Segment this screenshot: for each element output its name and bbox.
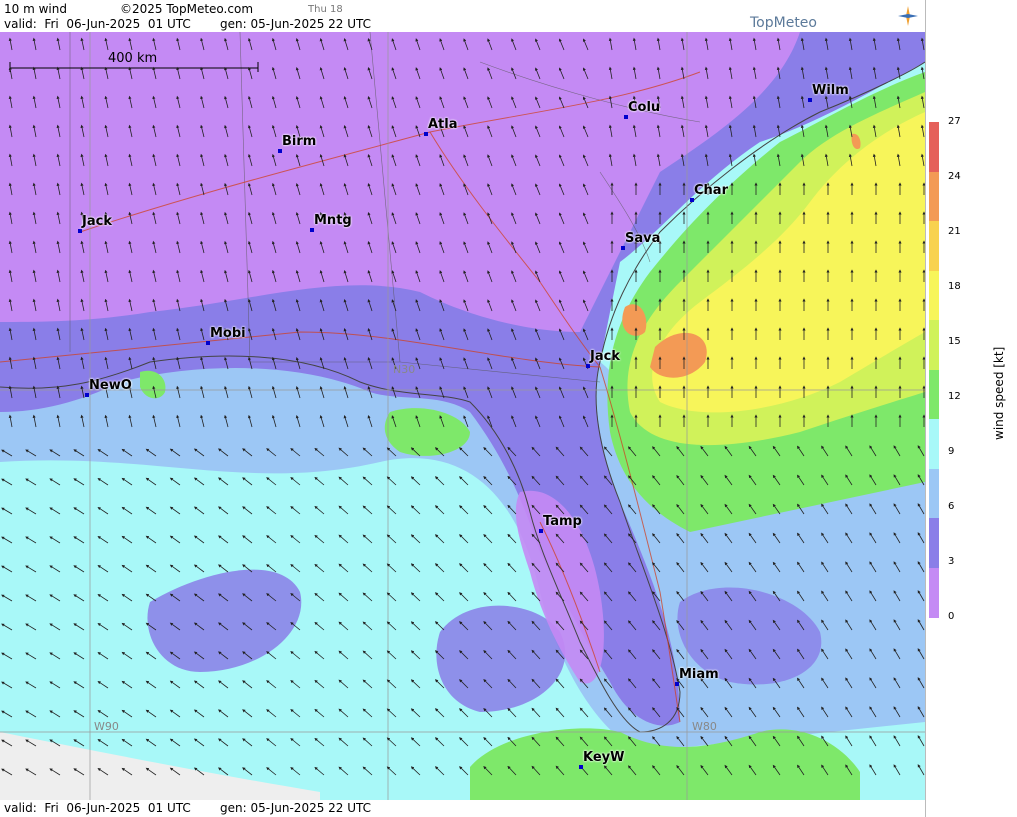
- city-label: Jack: [82, 214, 112, 229]
- city-label: Mobi: [210, 326, 246, 341]
- city-label: Wilm: [812, 83, 849, 98]
- city-label: Birm: [282, 134, 317, 149]
- generated-time-label: gen: 05-Jun-2025 22 UTC: [220, 17, 372, 31]
- city-label: Sava: [625, 231, 661, 246]
- grid-label-w90: W90: [94, 720, 119, 733]
- legend-title: wind speed [kt]: [992, 346, 1006, 440]
- copyright-label: ©2025 TopMeteo.com: [120, 2, 254, 16]
- legend-tick-label: 9: [948, 446, 955, 457]
- city-label: Atla: [428, 117, 458, 132]
- city-marker: [206, 341, 210, 345]
- brand-compass-icon: [898, 6, 918, 26]
- city-label: Char: [694, 183, 728, 198]
- city-label: Colu: [628, 100, 661, 115]
- wind-map[interactable]: 400 km N30 W90 W80 Wilm Colu Atla Birm C…: [0, 32, 925, 800]
- wind-map-canvas: [0, 32, 925, 800]
- legend-color-step: [929, 270, 939, 321]
- legend-color-step: [929, 567, 939, 618]
- footer-valid-time: valid: Fri 06-Jun-2025 01 UTC: [4, 801, 191, 815]
- legend-tick-label: 12: [948, 391, 961, 402]
- legend-tick-label: 27: [948, 116, 961, 127]
- legend-color-step: [929, 518, 939, 568]
- map-footer: valid: Fri 06-Jun-2025 01 UTC gen: 05-Ju…: [0, 800, 925, 817]
- legend-tick-label: 21: [948, 226, 961, 237]
- footer-generated-time: gen: 05-Jun-2025 22 UTC: [220, 801, 372, 815]
- city-label: Mntg: [314, 213, 352, 228]
- city-marker: [621, 246, 625, 250]
- valid-time-label: valid: Fri 06-Jun-2025 01 UTC: [4, 17, 191, 31]
- city-label: KeyW: [583, 750, 625, 765]
- legend-color-step: [929, 122, 939, 172]
- brand-logo-text: TopMeteo: [750, 15, 817, 31]
- legend-color-step: [929, 320, 939, 370]
- legend-tick-label: 24: [948, 171, 961, 182]
- city-marker: [424, 132, 428, 136]
- scale-bar-label: 400 km: [108, 51, 158, 66]
- city-marker: [85, 393, 89, 397]
- wind-speed-legend: 27 24 21 18 15 12 9 6 3 0 wind speed [kt]: [925, 0, 1017, 817]
- city-label: Tamp: [543, 514, 582, 529]
- city-label: NewO: [89, 378, 132, 393]
- city-marker: [310, 228, 314, 232]
- city-marker: [78, 229, 82, 233]
- legend-color-step: [929, 221, 939, 271]
- city-marker: [808, 98, 812, 102]
- legend-color-step: [929, 419, 939, 469]
- city-marker: [586, 364, 590, 368]
- city-marker: [690, 198, 694, 202]
- legend-color-bar: [929, 122, 939, 618]
- legend-tick-label: 6: [948, 501, 955, 512]
- city-marker: [675, 682, 679, 686]
- grid-label-w80: W80: [692, 720, 717, 733]
- city-marker: [278, 149, 282, 153]
- city-label: Jack: [590, 349, 620, 364]
- legend-color-step: [929, 171, 939, 222]
- day-label: Thu 18: [308, 4, 343, 15]
- city-marker: [624, 115, 628, 119]
- legend-tick-label: 0: [948, 611, 955, 622]
- grid-label-n30: N30: [393, 363, 416, 376]
- map-header: 10 m wind ©2025 TopMeteo.com Thu 18 vali…: [0, 0, 925, 32]
- legend-color-step: [929, 468, 939, 519]
- city-marker: [539, 529, 543, 533]
- legend-color-step: [929, 369, 939, 420]
- legend-tick-label: 18: [948, 281, 961, 292]
- legend-tick-label: 3: [948, 556, 955, 567]
- parameter-label: 10 m wind: [4, 2, 67, 16]
- legend-tick-label: 15: [948, 336, 961, 347]
- city-label: Miam: [679, 667, 719, 682]
- city-marker: [579, 765, 583, 769]
